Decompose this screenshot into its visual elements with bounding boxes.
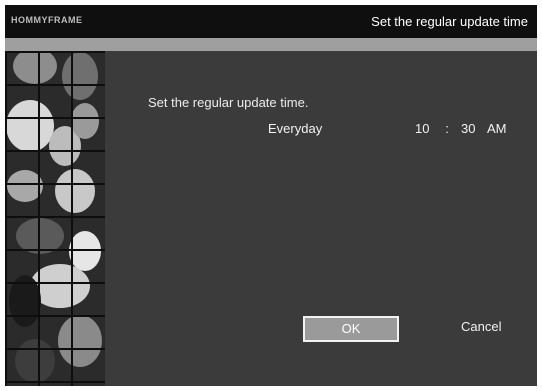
screen-frame: HOMMYFRAME Set the regular update time S… (5, 5, 537, 386)
cancel-button[interactable]: Cancel (461, 319, 501, 334)
screen-title: Set the regular update time (371, 14, 528, 29)
brand-logo: HOMMYFRAME (11, 15, 83, 25)
photo-mosaic-image (5, 51, 105, 386)
schedule-selector[interactable]: Everyday (268, 121, 322, 136)
header-stripe (5, 38, 537, 51)
settings-panel: Set the regular update time. Everyday 10… (105, 51, 537, 386)
hour-field[interactable]: 10 (415, 121, 433, 136)
title-bar: HOMMYFRAME Set the regular update time (5, 5, 537, 38)
instruction-text: Set the regular update time. (148, 95, 309, 110)
meridiem-field[interactable]: AM (487, 121, 507, 136)
minute-field[interactable]: 30 (461, 121, 487, 136)
time-field[interactable]: 10:30 AM (415, 121, 507, 136)
time-separator: : (445, 121, 449, 136)
ok-button[interactable]: OK (303, 316, 399, 342)
photo-mosaic (5, 51, 105, 386)
